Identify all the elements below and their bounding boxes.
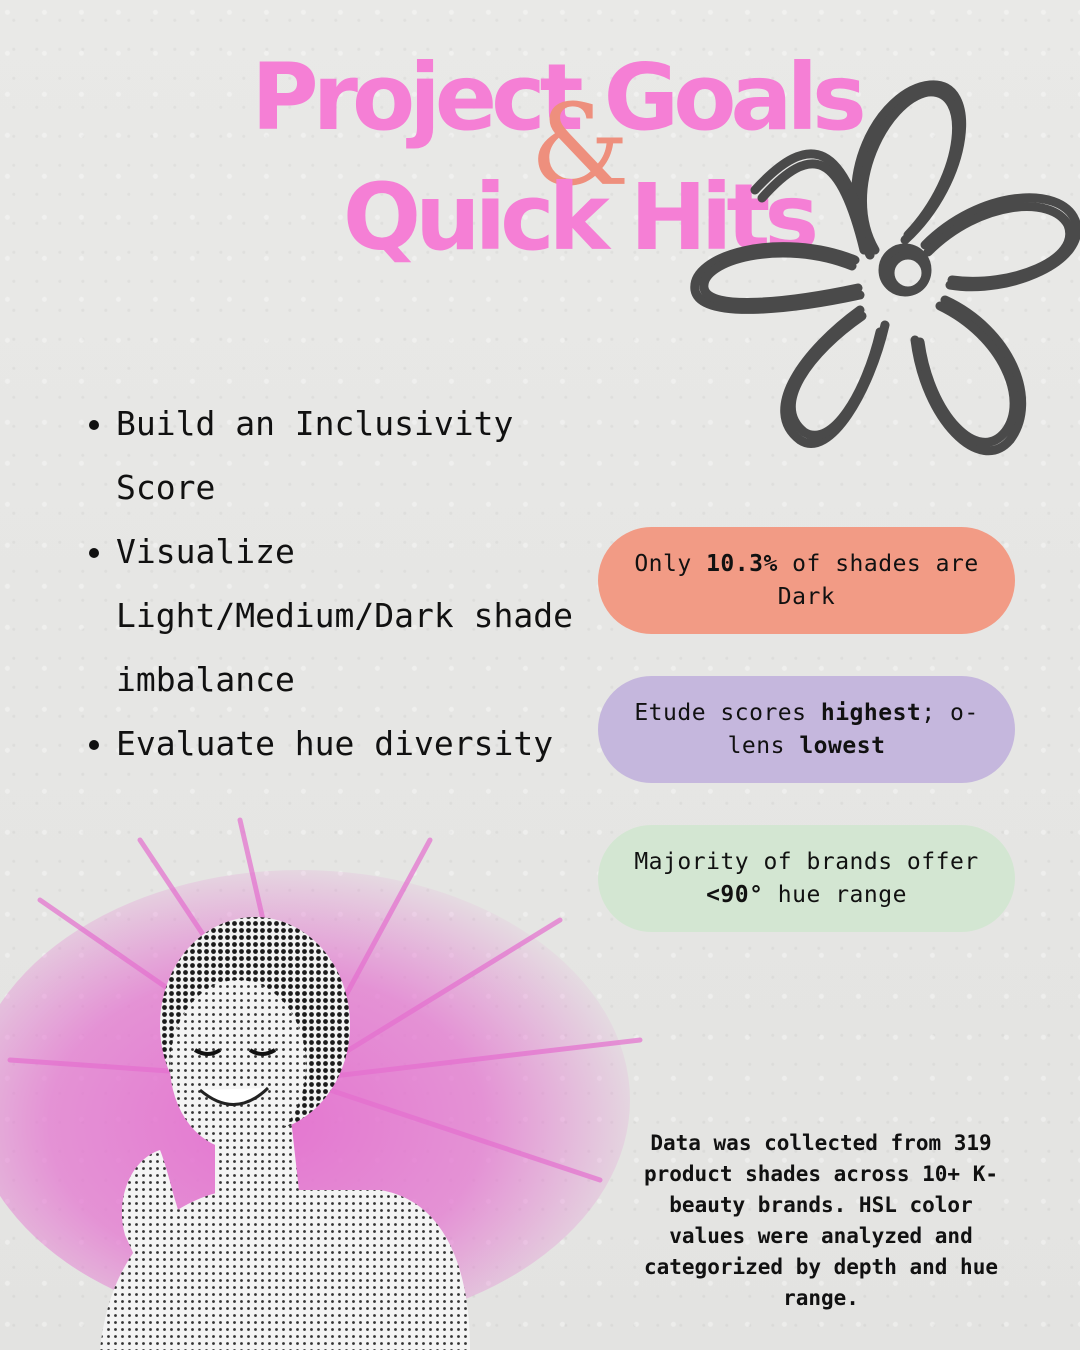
data-source-note: Data was collected from 319 product shad…: [643, 1131, 998, 1310]
quick-hit-text: of shades are Dark: [777, 550, 979, 610]
quick-hit-highlight: highest: [820, 699, 922, 726]
goal-item: Evaluate hue diversity: [116, 712, 596, 776]
quick-hit-highlight: lowest: [799, 732, 886, 759]
quick-hit-text: Etude scores: [634, 699, 821, 726]
goal-item: Build an Inclusivity Score: [116, 392, 596, 520]
halftone-woman-photo: [0, 817, 643, 1350]
goal-item: Visualize Light/Medium/Dark shade imbala…: [116, 520, 596, 712]
quick-hit-brand-scores: Etude scores highest; o-lens lowest: [598, 676, 1015, 783]
flower-doodle-icon: [690, 80, 1080, 456]
quick-hit-highlight: 10.3%: [706, 550, 778, 577]
quick-hit-text: hue range: [763, 881, 907, 908]
quick-hit-text: Only: [634, 550, 707, 577]
quick-hit-highlight: <90°: [706, 881, 764, 908]
quick-hit-dark-shades: Only 10.3% of shades are Dark: [598, 527, 1015, 634]
project-goals-list: Build an Inclusivity Score Visualize Lig…: [80, 392, 596, 776]
